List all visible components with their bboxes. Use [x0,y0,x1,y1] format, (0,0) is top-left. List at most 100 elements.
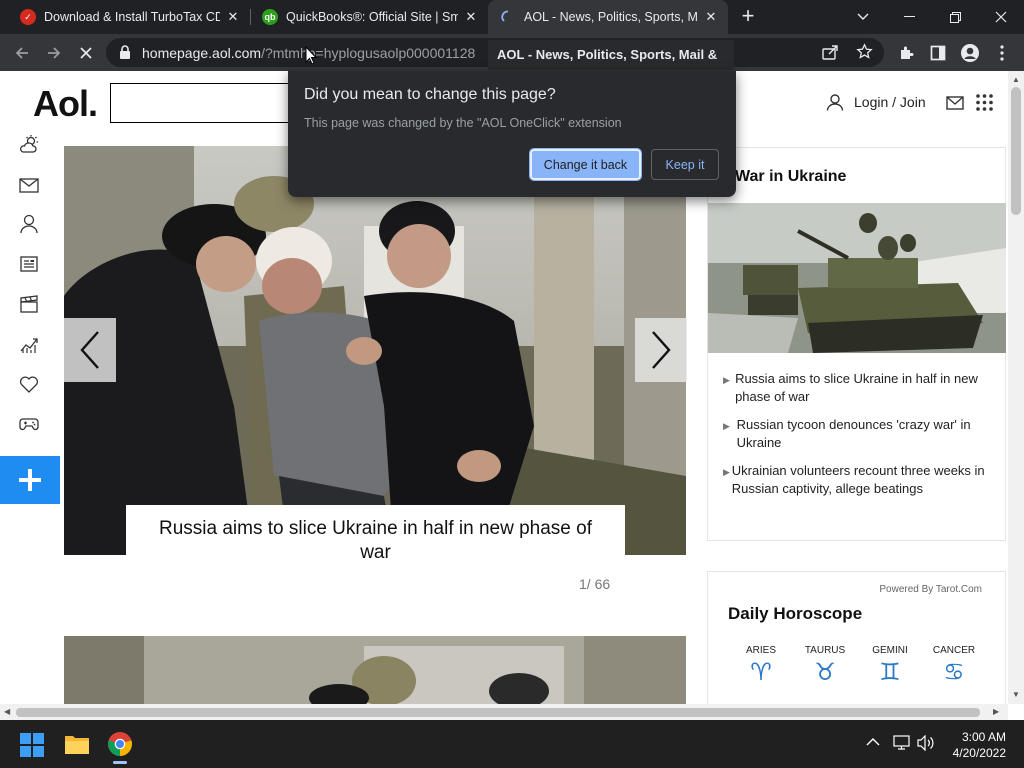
cancer-icon: ♋ [943,658,965,686]
card-heading[interactable]: War in Ukraine [735,168,846,186]
dialog-message: This page was changed by the "AOL OneCli… [304,116,622,130]
headline-link[interactable]: ▶ Russian tycoon denounces 'crazy war' in… [723,416,993,452]
scrollbar-thumb[interactable] [1011,87,1021,215]
profile-icon[interactable] [957,40,983,66]
aol-logo[interactable]: Aol. [33,83,98,125]
extension-change-dialog: Did you mean to change this page? This p… [288,71,736,197]
apps-grid-icon[interactable] [976,94,993,111]
finance-icon[interactable] [18,333,40,355]
close-icon[interactable]: ✕ [226,9,240,25]
close-icon[interactable]: ✕ [704,9,718,25]
scrollbar-thumb[interactable] [16,708,980,717]
scroll-up-icon[interactable]: ▲ [1012,75,1020,84]
aries-icon: ♈ [750,658,772,686]
news-icon[interactable] [18,253,40,275]
menu-kebab-icon[interactable] [989,40,1015,66]
login-join-link[interactable]: Login / Join [826,93,926,111]
card-heading: Daily Horoscope [728,604,863,623]
user-icon [826,94,844,111]
mail-icon[interactable] [18,174,40,196]
tab-title: QuickBooks®: Official Site | Smar [286,10,458,24]
headline-text: Ukrainian volunteers recount three weeks… [731,463,985,496]
clock-time: 3:00 AM [961,730,1006,744]
windows-taskbar: 3:00 AM 4/20/2022 [0,720,1024,768]
bullet-icon: ▶ [723,421,730,431]
search-input[interactable] [110,83,300,123]
close-window-button[interactable] [978,0,1024,34]
headline-text: Russian tycoon denounces 'crazy war' in … [736,417,971,450]
scroll-down-icon[interactable]: ▼ [1012,690,1020,699]
gemini-icon: ♊ [879,658,901,686]
plus-icon [19,469,41,491]
chevron-up-icon[interactable] [866,737,880,746]
tab-search-button[interactable] [840,0,886,34]
sign-name: ARIES [745,645,776,656]
horizontal-scrollbar[interactable]: ◀ ▶ [0,704,1008,720]
weather-icon[interactable] [18,134,40,156]
add-content-button[interactable] [0,456,60,504]
login-label: Login / Join [854,94,926,110]
daily-horoscope-card: Powered By Tarot.Com Daily Horoscope ARI… [707,571,1006,704]
headline-link[interactable]: ▶ Russia aims to slice Ukraine in half in… [723,370,993,406]
tab-quickbooks[interactable]: qb QuickBooks®: Official Site | Smar ✕ [250,0,488,34]
forward-button[interactable] [41,40,67,66]
sign-taurus[interactable]: TAURUS ♉ [797,645,853,686]
movies-icon[interactable] [18,293,40,315]
extensions-icon[interactable] [893,40,919,66]
sign-aries[interactable]: ARIES ♈ [733,645,789,686]
back-button[interactable] [9,40,35,66]
clock-date: 4/20/2022 [952,746,1006,760]
tab-title: AOL - News, Politics, Sports, Mail [524,10,698,24]
user-icon[interactable] [18,213,40,235]
restore-button[interactable] [932,0,978,34]
tab-hover-card: AOL - News, Politics, Sports, Mail & [488,40,734,70]
vertical-scrollbar[interactable]: ▲ ▼ [1008,71,1024,704]
powered-by-label[interactable]: Powered By Tarot.Com [879,584,982,595]
file-explorer-icon[interactable] [64,733,90,755]
scroll-left-icon[interactable]: ◀ [4,707,10,716]
check-icon: ✓ [20,9,36,25]
tab-turbotax[interactable]: ✓ Download & Install TurboTax CD/ ✕ [8,0,250,34]
health-icon[interactable] [18,373,40,395]
mail-icon[interactable] [946,96,964,110]
close-icon[interactable]: ✕ [464,9,478,25]
loading-spinner-icon [500,9,516,25]
headline-link[interactable]: ▶ Ukrainian volunteers recount three week… [723,462,993,498]
sign-name: GEMINI [872,645,908,656]
minimize-button[interactable] [886,0,932,34]
previous-slide-button[interactable] [64,318,116,382]
network-icon[interactable] [893,735,911,751]
bullet-icon: ▶ [723,375,730,385]
war-in-ukraine-card: War in Ukraine ▶ Russia aims to slice Ukr… [707,147,1006,541]
games-icon[interactable] [18,412,40,434]
change-it-back-button[interactable]: Change it back [529,148,642,181]
system-clock[interactable]: 3:00 AM 4/20/2022 [953,729,1006,761]
volume-icon[interactable] [917,735,935,751]
sign-cancer[interactable]: CANCER ♋ [926,645,982,686]
tab-aol[interactable]: AOL - News, Politics, Sports, Mail ✕ [488,0,728,34]
tab-title: Download & Install TurboTax CD/ [44,10,220,24]
mouse-cursor-icon [305,46,317,65]
new-tab-button[interactable]: + [736,5,760,29]
scroll-right-icon[interactable]: ▶ [993,707,999,716]
next-slide-button[interactable] [635,318,687,382]
sign-gemini[interactable]: GEMINI ♊ [862,645,918,686]
side-panel-icon[interactable] [925,40,951,66]
url-path: /?mtmhp=hyplogusaolp000001128 [261,45,476,61]
tank-photo[interactable] [708,203,1006,353]
active-app-indicator [113,761,127,764]
windows-start-icon[interactable] [20,733,44,757]
keep-it-button[interactable]: Keep it [651,149,719,180]
slide-caption[interactable]: Russia aims to slice Ukraine in half in … [126,505,625,569]
sign-name: TAURUS [804,645,846,656]
bookmark-star-icon[interactable] [856,43,873,60]
lock-icon[interactable] [119,45,131,59]
share-icon[interactable] [822,44,840,60]
bullet-icon: ▶ [723,467,730,477]
second-slideshow-photo[interactable] [64,636,686,704]
stop-loading-button[interactable] [73,40,99,66]
chevron-left-icon [80,331,99,369]
slideshow-photo[interactable] [64,146,686,555]
tab-strip: ✓ Download & Install TurboTax CD/ ✕ qb Q… [0,0,1024,34]
chrome-icon[interactable] [107,731,133,764]
